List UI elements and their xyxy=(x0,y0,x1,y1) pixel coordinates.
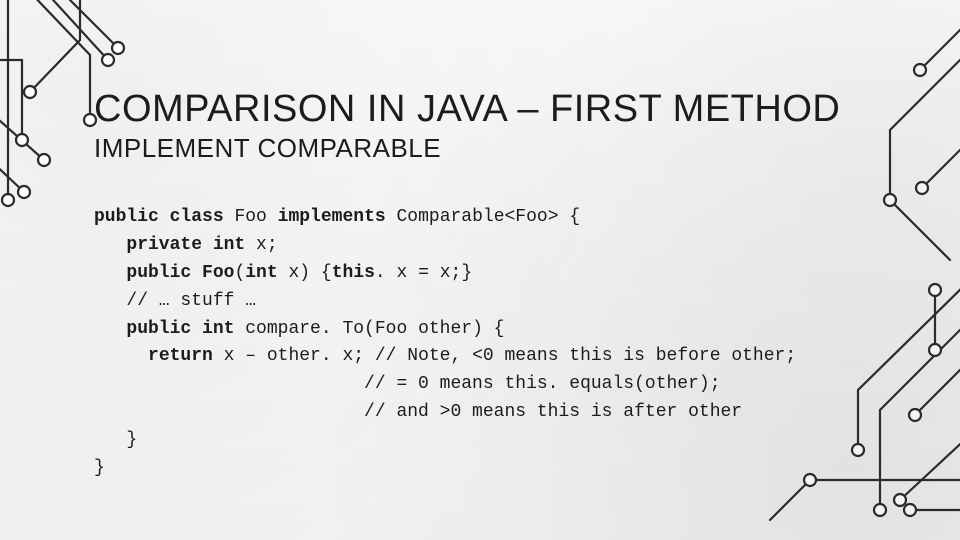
code-keyword: public xyxy=(126,263,202,283)
code-keyword: int xyxy=(245,263,288,283)
code-text: Foo xyxy=(234,207,277,227)
code-keyword: private int xyxy=(126,235,256,255)
code-keyword: public class xyxy=(94,207,234,227)
code-keyword: this xyxy=(332,263,375,283)
slide-subtitle: IMPLEMENT COMPARABLE xyxy=(94,133,930,164)
code-keyword: return xyxy=(148,346,224,366)
code-text: x) { xyxy=(288,263,331,283)
code-text: ( xyxy=(234,263,245,283)
slide: COMPARISON IN JAVA – FIRST METHOD IMPLEM… xyxy=(0,0,960,540)
code-text xyxy=(94,346,148,366)
code-block: public class Foo implements Comparable<F… xyxy=(94,204,930,483)
content-area: COMPARISON IN JAVA – FIRST METHOD IMPLEM… xyxy=(94,88,930,483)
code-text xyxy=(94,263,126,283)
code-text xyxy=(94,319,126,339)
code-text: x; xyxy=(256,235,278,255)
code-keyword: public int xyxy=(126,319,245,339)
code-text: // = 0 means this. equals(other); xyxy=(94,374,721,394)
code-text: } xyxy=(94,430,137,450)
code-keyword: Foo xyxy=(202,263,234,283)
code-text: . x = x;} xyxy=(375,263,472,283)
slide-title: COMPARISON IN JAVA – FIRST METHOD xyxy=(94,88,930,131)
code-text: Comparable<Foo> { xyxy=(396,207,580,227)
code-text: } xyxy=(94,458,105,478)
code-text xyxy=(94,235,126,255)
code-text: x – other. x; // Note, <0 means this is … xyxy=(224,346,797,366)
code-text: // and >0 means this is after other xyxy=(94,402,742,422)
code-text: // … stuff … xyxy=(94,291,256,311)
code-keyword: implements xyxy=(278,207,397,227)
code-text: compare. To(Foo other) { xyxy=(245,319,504,339)
